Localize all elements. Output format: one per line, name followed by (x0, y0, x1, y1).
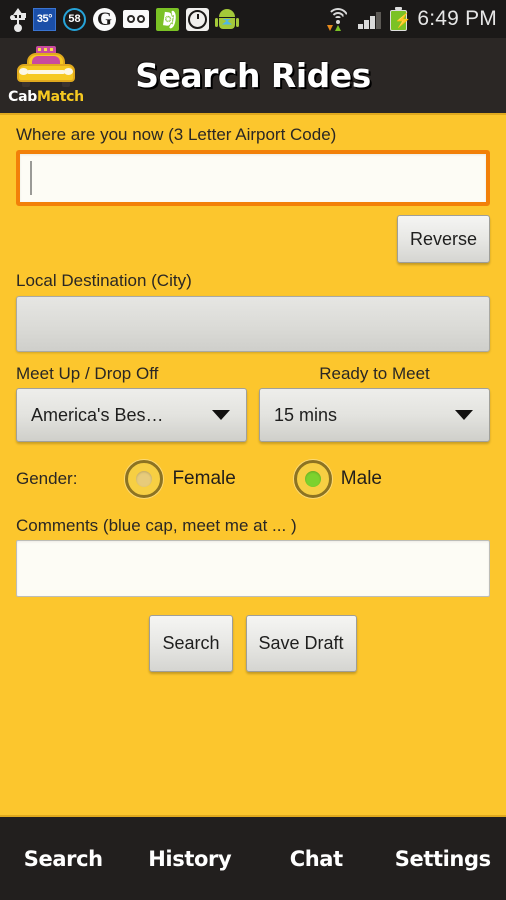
reverse-button[interactable]: Reverse (396, 215, 490, 263)
status-bar-left-icons: 35° 58 G ☎ (10, 7, 239, 32)
android-icon (215, 8, 239, 31)
origin-input[interactable] (16, 150, 490, 206)
text-caret (30, 161, 32, 195)
ready-field: Ready to Meet 15 mins (259, 364, 490, 442)
nav-item-settings[interactable]: Settings (380, 847, 506, 871)
gender-row: Gender: Female Male (16, 460, 490, 498)
phone-icon: ☎ (156, 7, 179, 31)
meetup-selected-value: America's Bes… (31, 404, 164, 425)
gender-option-female[interactable]: Female (125, 460, 236, 498)
logo-wordmark: CabMatch (8, 89, 84, 105)
weather-temp-icon: 35° (33, 7, 56, 31)
nav-item-search[interactable]: Search (0, 847, 127, 871)
reverse-row: Reverse (16, 215, 490, 263)
cabmatch-logo: CabMatch (8, 46, 84, 105)
alarm-clock-icon (186, 7, 209, 31)
nav-item-history[interactable]: History (127, 847, 254, 871)
status-bar-right-icons: ⚡ 6:49 PM (325, 7, 497, 31)
ready-selected-value: 15 mins (274, 404, 338, 425)
meetup-field: Meet Up / Drop Off America's Bes… (16, 364, 247, 442)
ready-label: Ready to Meet (319, 364, 430, 383)
comments-input[interactable] (16, 540, 490, 597)
status-bar: 35° 58 G ☎ ⚡ 6:49 PM (0, 0, 506, 38)
destination-field-label: Local Destination (City) (16, 271, 192, 290)
form-content: Where are you now (3 Letter Airport Code… (0, 115, 506, 815)
voicemail-icon (123, 10, 149, 28)
cell-signal-icon (358, 9, 383, 29)
battery-charging-icon: ⚡ (390, 7, 412, 31)
save-draft-button[interactable]: Save Draft (245, 615, 357, 672)
comments-label: Comments (blue cap, meet me at ... ) (16, 516, 297, 535)
chevron-down-icon (455, 410, 473, 420)
radio-female-icon[interactable] (125, 460, 164, 498)
logo-word-match: Match (37, 89, 84, 105)
status-bar-clock: 6:49 PM (417, 7, 497, 30)
destination-input[interactable] (16, 296, 490, 352)
meetup-label: Meet Up / Drop Off (16, 364, 159, 383)
usb-icon (10, 8, 26, 32)
chevron-down-icon (212, 410, 230, 420)
app-root: 35° 58 G ☎ ⚡ 6:49 PM CabMatch Search Rid… (0, 0, 506, 900)
ready-dropdown[interactable]: 15 mins (259, 388, 490, 442)
bottom-navigation: Search History Chat Settings (0, 815, 506, 900)
wifi-icon (325, 8, 351, 31)
gender-label: Gender: (16, 469, 78, 488)
action-row: Search Save Draft (16, 615, 490, 672)
spinner-row: Meet Up / Drop Off America's Bes… Ready … (16, 364, 490, 442)
origin-field-label: Where are you now (3 Letter Airport Code… (16, 125, 337, 144)
gender-option-male[interactable]: Male (293, 460, 382, 498)
meetup-dropdown[interactable]: America's Bes… (16, 388, 247, 442)
google-icon: G (93, 7, 116, 31)
search-button[interactable]: Search (149, 615, 233, 672)
gender-male-label: Male (340, 468, 382, 489)
taxi-icon (15, 46, 77, 88)
radio-male-icon[interactable] (293, 460, 332, 498)
logo-word-cab: Cab (8, 89, 37, 105)
gender-female-label: Female (172, 468, 236, 489)
app-header: CabMatch Search Rides (0, 38, 506, 115)
nav-item-chat[interactable]: Chat (253, 847, 380, 871)
notification-count-icon: 58 (63, 7, 86, 31)
